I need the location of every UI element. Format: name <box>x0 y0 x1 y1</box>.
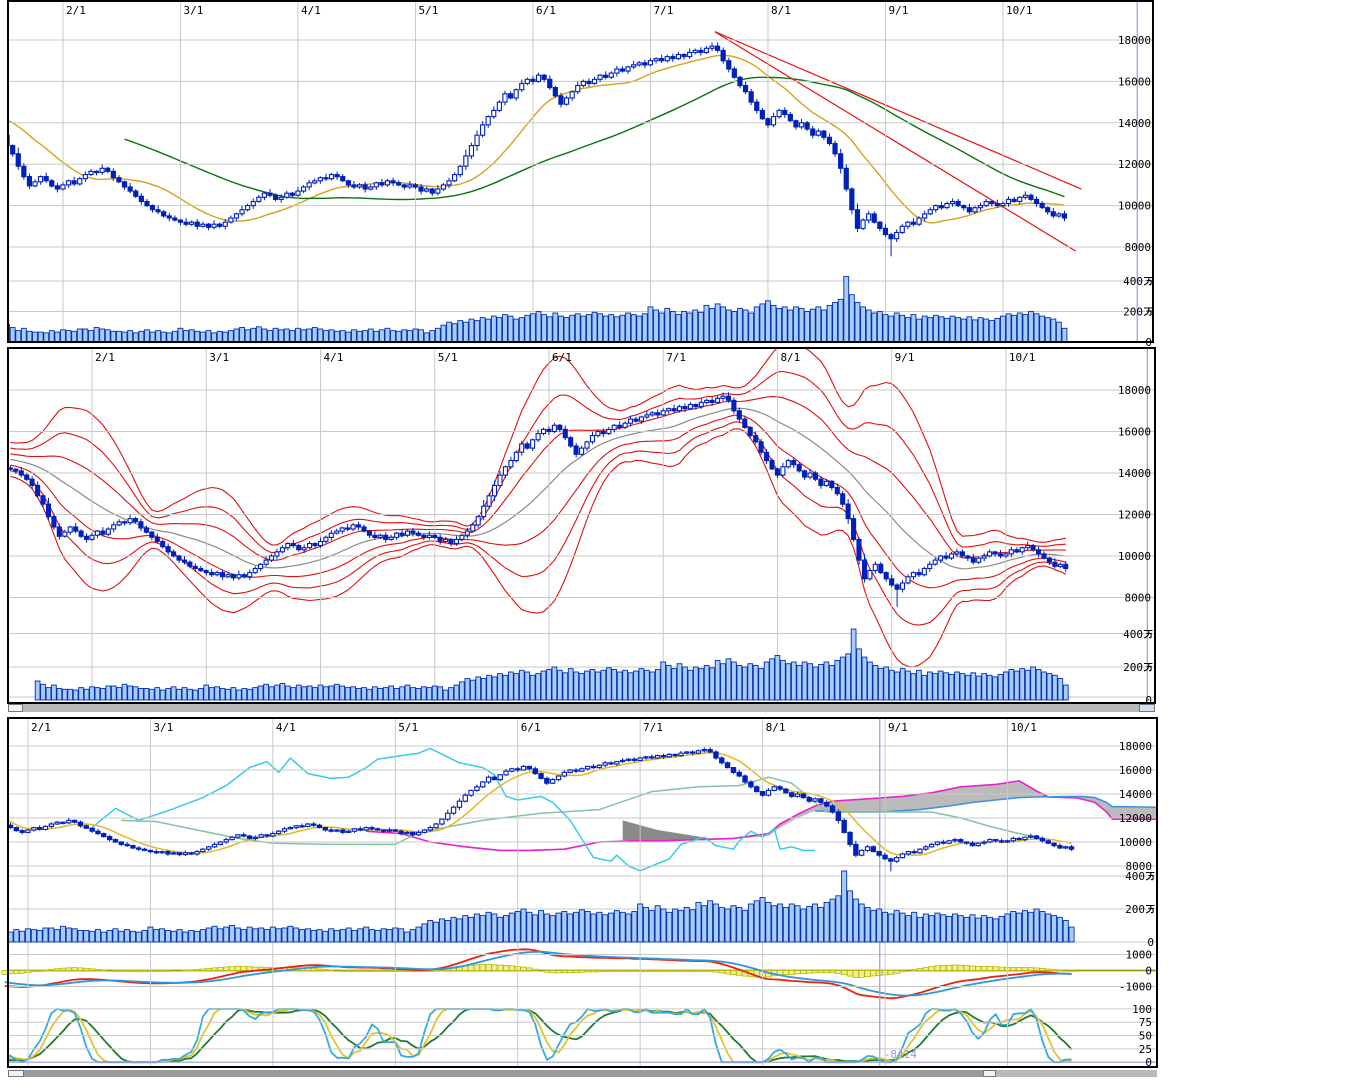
svg-text:200: 200 <box>1123 661 1143 674</box>
svg-text:200: 200 <box>1125 903 1145 916</box>
svg-text:400: 400 <box>1125 870 1145 883</box>
svg-text:2/1: 2/1 <box>66 4 86 17</box>
panel2-scrollbar[interactable] <box>8 704 1155 712</box>
svg-text:6/1: 6/1 <box>536 4 556 17</box>
svg-text:12000: 12000 <box>1118 509 1151 522</box>
svg-text:10000: 10000 <box>1118 550 1151 563</box>
macd-indicator <box>2 949 1157 998</box>
svg-text:9/1: 9/1 <box>888 4 908 17</box>
grid <box>8 348 1155 703</box>
svg-text:14000: 14000 <box>1118 467 1151 480</box>
svg-text:18000: 18000 <box>1118 384 1151 397</box>
trendline <box>715 32 1081 189</box>
svg-text:18000: 18000 <box>1119 740 1152 753</box>
svg-text:75: 75 <box>1139 1016 1152 1029</box>
stock-chart-app: 1800016000140001200010000800040020002/13… <box>0 0 1366 1090</box>
trendline <box>715 32 1076 251</box>
svg-text:400: 400 <box>1123 275 1143 288</box>
svg-text:10/1: 10/1 <box>1009 351 1035 364</box>
volume-bars <box>2 871 1074 942</box>
svg-text:10/1: 10/1 <box>1010 721 1036 734</box>
volume-axis-labels: 400 200 0 <box>1125 870 1154 949</box>
chart-canvas[interactable]: 1800016000140001200010000800040020002/13… <box>0 0 1366 1090</box>
grid <box>8 1 1153 342</box>
svg-text:9/1: 9/1 <box>888 721 908 734</box>
svg-text:2/1: 2/1 <box>31 721 51 734</box>
svg-text:200: 200 <box>1123 306 1143 319</box>
panel2-bands <box>10 345 1065 667</box>
panel2-bollinger-chart[interactable] <box>10 345 1065 667</box>
svg-text:14000: 14000 <box>1118 117 1151 130</box>
price-axis-labels: 18000 16000 14000 12000 10000 8000 <box>1118 384 1151 605</box>
svg-text:12000: 12000 <box>1119 812 1152 825</box>
svg-text:16000: 16000 <box>1119 764 1152 777</box>
panel3-scrollbar[interactable] <box>8 1070 1157 1077</box>
svg-text:8000: 8000 <box>1125 592 1152 605</box>
svg-text:9/1: 9/1 <box>895 351 915 364</box>
svg-text:5/1: 5/1 <box>438 351 458 364</box>
svg-text:5/1: 5/1 <box>398 721 418 734</box>
month-axis-labels: 2/1 3/1 4/1 5/1 6/1 7/1 8/1 9/1 10/1 <box>31 721 1037 734</box>
svg-text:400: 400 <box>1123 628 1143 641</box>
cursor-value-label: -8414 <box>884 1048 917 1061</box>
candlesticks <box>8 392 1067 607</box>
month-axis-labels: 2/1 3/1 4/1 5/1 6/1 7/1 8/1 9/1 10/1 <box>95 351 1035 364</box>
svg-text:3/1: 3/1 <box>209 351 229 364</box>
svg-text:2/1: 2/1 <box>95 351 115 364</box>
volume-bars <box>35 629 1068 700</box>
svg-text:3/1: 3/1 <box>153 721 173 734</box>
svg-text:50: 50 <box>1139 1030 1152 1043</box>
svg-text:100: 100 <box>1132 1003 1152 1016</box>
svg-text:10000: 10000 <box>1119 836 1152 849</box>
ichimoku-dark-cloud <box>623 820 710 840</box>
svg-text:1000: 1000 <box>1126 949 1153 962</box>
svg-text:5/1: 5/1 <box>418 4 438 17</box>
svg-text:16000: 16000 <box>1118 75 1151 88</box>
svg-text:7/1: 7/1 <box>643 721 663 734</box>
svg-text:7/1: 7/1 <box>666 351 686 364</box>
panel3-scrollbar-left-thumb[interactable] <box>8 1070 24 1077</box>
svg-text:10/1: 10/1 <box>1006 4 1032 17</box>
panel-border <box>8 348 1155 703</box>
panel2-scrollbar-right-thumb[interactable] <box>1139 704 1155 712</box>
month-axis-labels: 2/1 3/1 4/1 5/1 6/1 7/1 8/1 9/1 10/1 <box>66 4 1032 17</box>
volume-axis-labels: 4002000 <box>1123 628 1152 707</box>
panel3-scrollbar-thumb[interactable] <box>983 1070 996 1077</box>
price-axis-labels: 18000 16000 14000 12000 10000 8000 <box>1118 34 1151 254</box>
svg-text:6/1: 6/1 <box>552 351 572 364</box>
svg-text:25: 25 <box>1139 1043 1152 1056</box>
svg-text:7/1: 7/1 <box>653 4 673 17</box>
svg-text:3/1: 3/1 <box>183 4 203 17</box>
panel2-scrollbar-left-thumb[interactable] <box>8 704 23 712</box>
svg-text:12000: 12000 <box>1118 158 1151 171</box>
svg-text:18000: 18000 <box>1118 34 1151 47</box>
svg-text:8/1: 8/1 <box>780 351 800 364</box>
svg-text:8000: 8000 <box>1125 241 1152 254</box>
svg-text:6/1: 6/1 <box>521 721 541 734</box>
svg-text:0: 0 <box>1147 936 1154 949</box>
svg-text:8/1: 8/1 <box>766 721 786 734</box>
svg-text:4/1: 4/1 <box>276 721 296 734</box>
svg-text:0: 0 <box>1145 965 1152 978</box>
svg-text:4/1: 4/1 <box>301 4 321 17</box>
panel1-overlays <box>7 56 1064 223</box>
svg-text:8/1: 8/1 <box>771 4 791 17</box>
svg-text:4/1: 4/1 <box>323 351 343 364</box>
panel-border <box>8 1 1153 342</box>
volume-bars <box>5 276 1067 342</box>
svg-text:10000: 10000 <box>1118 200 1151 213</box>
svg-text:-1000: -1000 <box>1119 981 1152 994</box>
panel3-scrollbar-fill <box>24 1070 983 1077</box>
svg-text:14000: 14000 <box>1119 788 1152 801</box>
svg-text:16000: 16000 <box>1118 426 1151 439</box>
panel3-ichimoku-chart[interactable] <box>2 748 1159 1062</box>
